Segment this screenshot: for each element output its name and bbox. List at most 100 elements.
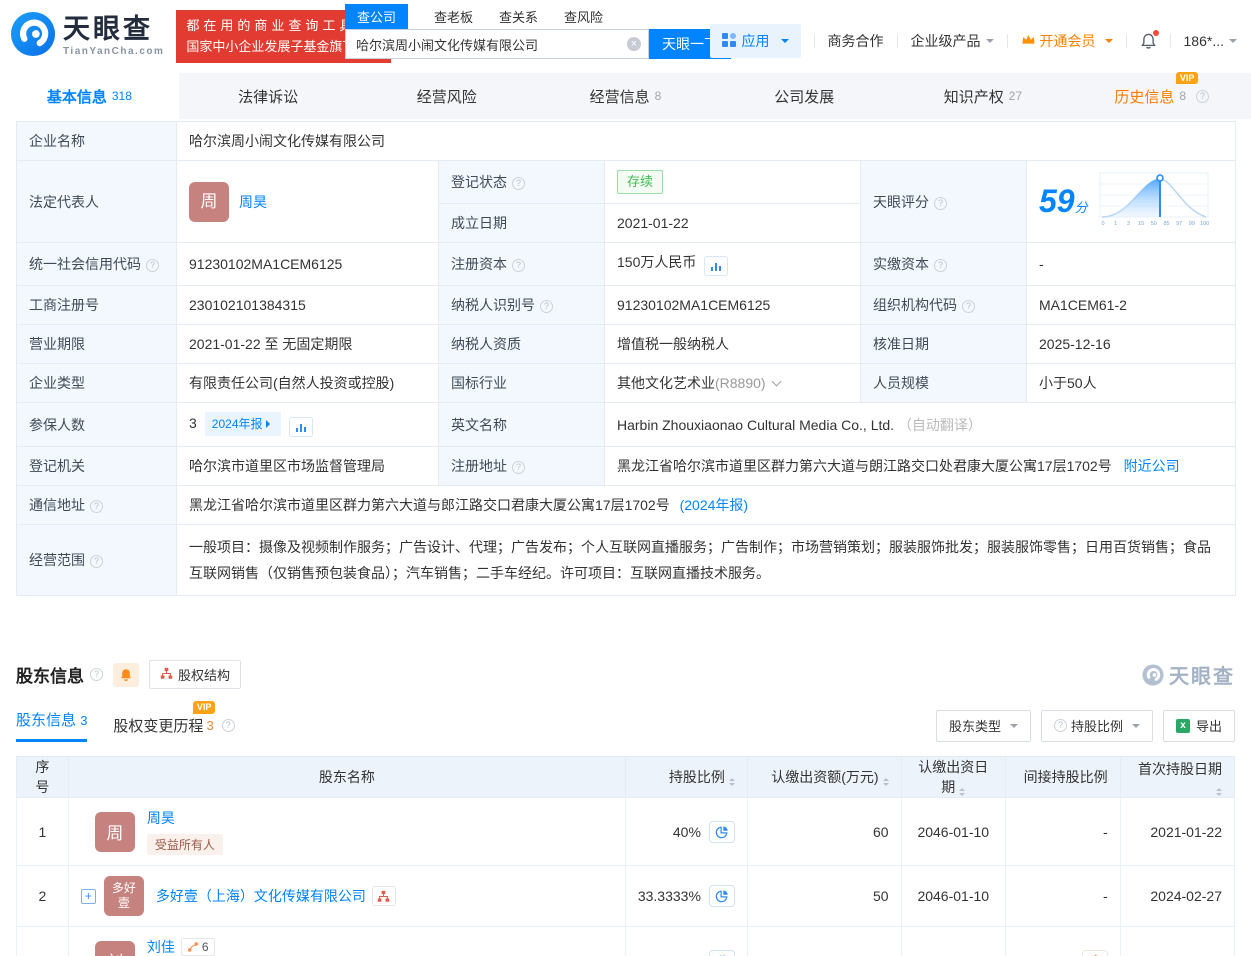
nav-open-vip[interactable]: 开通会员 (1021, 31, 1113, 51)
trend-chart-icon[interactable] (289, 417, 313, 437)
tab-history-info[interactable]: 历史信息 VIP 8 (1072, 73, 1251, 119)
label-text: 纳税人识别号 (451, 297, 535, 313)
notification-bell-icon[interactable] (1140, 33, 1157, 50)
search-tab-risk[interactable]: 查风险 (564, 7, 603, 26)
help-icon[interactable] (962, 300, 975, 313)
shareholder-link[interactable]: 多好壹（上海）文化传媒有限公司 (156, 886, 366, 906)
search-tab-relation[interactable]: 查关系 (499, 7, 538, 26)
sort-icon[interactable] (883, 778, 889, 786)
first-date-cell: 2024-02-27 (1120, 866, 1234, 927)
tab-business-info[interactable]: 经营信息 8 (536, 73, 715, 119)
clear-search-icon[interactable] (627, 37, 641, 51)
monitor-bell-icon[interactable] (113, 663, 139, 687)
pie-chart-icon[interactable] (709, 821, 735, 843)
tab-operation-risk[interactable]: 经营风险 (357, 73, 536, 119)
equity-structure-button[interactable]: 股权结构 (149, 660, 241, 689)
tab-count: 27 (1009, 89, 1022, 103)
help-icon[interactable] (934, 197, 947, 210)
value-insured-count: 32024年报 (177, 403, 439, 447)
help-icon[interactable] (512, 259, 525, 272)
svg-text:1: 1 (1114, 221, 1117, 227)
label-reg-address: 注册地址 (439, 447, 605, 486)
tab-intellectual-property[interactable]: 知识产权 27 (894, 73, 1073, 119)
pie-chart-icon[interactable] (709, 885, 735, 907)
account-label: 186*... (1184, 33, 1224, 49)
search-tab-boss[interactable]: 查老板 (434, 7, 473, 26)
export-button[interactable]: 导出 (1163, 710, 1235, 742)
help-icon[interactable] (90, 500, 103, 513)
legal-rep-link[interactable]: 周昊 (239, 192, 267, 212)
tab-basic-info[interactable]: 基本信息 318 (0, 73, 179, 119)
sort-icon[interactable] (959, 788, 965, 796)
watermark-logo: 天眼查 (1142, 660, 1235, 689)
equity-structure-label: 股权结构 (178, 665, 230, 684)
relation-count: 6 (202, 940, 209, 954)
help-icon[interactable] (540, 300, 553, 313)
tab-company-development[interactable]: 公司发展 (715, 73, 894, 119)
label-text: 通信地址 (29, 497, 85, 513)
col-first-date: 首次持股日期 (1120, 757, 1234, 798)
first-date-cell: 2022-05-26 (1120, 927, 1234, 956)
ratio-value: 26.6667% (638, 953, 701, 956)
svg-text:15: 15 (1138, 221, 1144, 227)
first-date-cell: 2021-01-22 (1120, 798, 1234, 866)
help-icon[interactable] (146, 259, 159, 272)
help-icon[interactable] (90, 555, 103, 568)
score-number: 59 (1039, 183, 1075, 219)
help-icon[interactable] (90, 668, 103, 681)
search-input[interactable] (345, 29, 649, 59)
apps-menu[interactable]: 应用 (710, 24, 801, 58)
tab-legal-lawsuit[interactable]: 法律诉讼 (179, 73, 358, 119)
help-icon[interactable] (934, 259, 947, 272)
chevron-down-icon (1229, 39, 1237, 47)
avatar: 周 (189, 182, 229, 222)
help-icon[interactable] (512, 461, 525, 474)
label-taxpayer-id: 纳税人识别号 (439, 286, 605, 325)
score-distribution-chart[interactable]: 0131550859799100 (1098, 171, 1210, 232)
pie-chart-icon[interactable] (709, 950, 735, 956)
sort-icon[interactable] (729, 778, 735, 786)
shareholder-link[interactable]: 刘佳 (147, 937, 175, 956)
tab-equity-change-history[interactable]: 股权变更历程 VIP 3 (113, 715, 234, 736)
trend-chart-icon[interactable] (704, 256, 728, 276)
sort-icon[interactable] (1216, 788, 1222, 796)
arrow-right-icon (266, 420, 274, 428)
svg-text:100: 100 (1200, 221, 1209, 227)
tab-shareholder-info[interactable]: 股东信息 3 (16, 709, 87, 742)
indirect-holding-icon[interactable] (1082, 950, 1108, 956)
account-menu[interactable]: 186*... (1184, 33, 1237, 49)
relations-chip[interactable]: 6 (181, 938, 215, 956)
chevron-down-icon (781, 39, 789, 47)
label-text: 统一社会信用代码 (29, 256, 141, 272)
nav-enterprise[interactable]: 企业级产品 (911, 31, 994, 51)
holding-ratio-filter[interactable]: 持股比例 (1041, 710, 1153, 742)
equity-structure-icon[interactable] (372, 886, 396, 906)
help-icon[interactable] (222, 719, 235, 732)
help-icon[interactable] (512, 177, 525, 190)
nearby-companies-link[interactable]: 附近公司 (1124, 458, 1180, 474)
shareholder-cell: 多好 壹 多好壹（上海）文化传媒有限公司 (68, 866, 625, 927)
divider (1170, 34, 1171, 48)
label-insured-count: 参保人数 (17, 403, 177, 447)
expand-button[interactable] (81, 889, 96, 904)
annual-report-link[interactable]: (2024年报) (680, 497, 748, 513)
tab-label: 基本信息 (47, 86, 107, 107)
tab-label: 经营风险 (417, 86, 477, 107)
label-text: 注册资本 (451, 256, 507, 272)
org-structure-icon (160, 667, 173, 683)
chevron-down-icon[interactable] (771, 377, 781, 387)
shareholder-type-filter[interactable]: 股东类型 (936, 710, 1031, 742)
shareholder-link[interactable]: 周昊 (147, 808, 175, 828)
search-tab-company[interactable]: 查公司 (345, 4, 408, 29)
crown-icon (1021, 33, 1036, 49)
tianyancha-logo[interactable]: 天眼查 TianYanCha.com (10, 11, 164, 62)
annual-report-chip[interactable]: 2024年报 (205, 412, 281, 436)
value-paid-capital: - (1027, 243, 1236, 286)
company-section-tabs: 基本信息 318 法律诉讼 经营风险 经营信息 8 公司发展 知识产权 27 历… (0, 73, 1251, 119)
tianyancha-company-page: 天眼查 TianYanCha.com 都在用的商业查询工具 国家中小企业发展子基… (0, 0, 1251, 956)
label-company-type: 企业类型 (17, 364, 177, 403)
help-icon[interactable] (1196, 90, 1209, 103)
value-company-name: 哈尔滨周小闹文化传媒有限公司 (177, 122, 1236, 161)
english-name-text: Harbin Zhouxiaonao Cultural Media Co., L… (617, 417, 894, 433)
nav-cooperation[interactable]: 商务合作 (828, 31, 884, 51)
